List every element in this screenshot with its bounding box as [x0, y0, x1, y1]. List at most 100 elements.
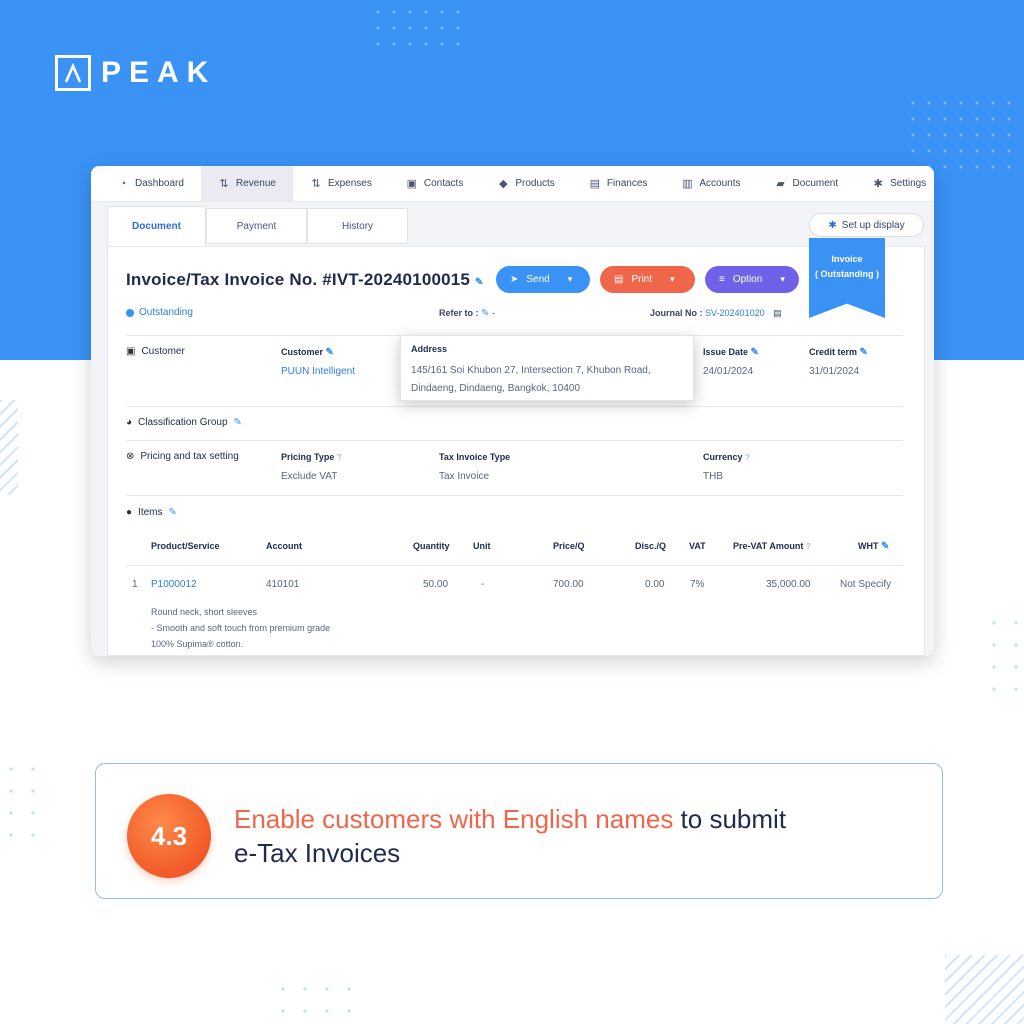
- send-icon: ➤: [510, 274, 519, 285]
- peak-logo-text: PEAK: [101, 56, 217, 89]
- row-description-line: - Smooth and soft touch from premium gra…: [151, 623, 331, 633]
- currency-label-text: Currency: [703, 452, 743, 462]
- gear-icon: ✱: [828, 219, 837, 231]
- edit-icon[interactable]: ✎: [881, 541, 889, 552]
- tab-payment[interactable]: Payment: [206, 208, 307, 244]
- nav-contacts[interactable]: ▣ Contacts: [389, 166, 480, 202]
- row-price: 700.00: [553, 579, 584, 590]
- print-icon: ▤: [614, 274, 624, 285]
- edit-icon[interactable]: ✎: [475, 277, 484, 288]
- row-product[interactable]: P1000012: [151, 579, 197, 590]
- ribbon-type: Invoice: [831, 254, 863, 264]
- decor-stripes: [945, 955, 1024, 1024]
- nav-settings-label: Settings: [890, 178, 927, 189]
- feature-number-badge: 4.3: [127, 794, 211, 878]
- edit-icon[interactable]: ✎: [860, 347, 868, 358]
- edit-icon[interactable]: ✎: [169, 507, 177, 518]
- col-quantity: Quantity: [413, 541, 450, 551]
- address-line: 145/161 Soi Khubon 27, Intersection 7, K…: [411, 365, 651, 376]
- items-section: ● Items ✎: [126, 507, 177, 518]
- menu-icon: ≡: [719, 274, 725, 285]
- credit-term-value: 31/01/2024: [809, 366, 860, 377]
- nav-settings[interactable]: ✱ Settings: [855, 166, 934, 202]
- revenue-icon: ⇅: [219, 178, 229, 190]
- products-icon: ◆: [499, 178, 508, 190]
- print-icon[interactable]: ▤: [773, 308, 782, 318]
- setup-display-label: Set up display: [841, 219, 905, 231]
- feature-text: Enable customers with English names to s…: [234, 802, 924, 870]
- tab-document[interactable]: Document: [107, 206, 206, 246]
- decor-dots: [983, 612, 1023, 698]
- pricing-type-value: Exclude VAT: [281, 471, 338, 482]
- pricing-type-label: Pricing Type ?: [281, 452, 342, 462]
- app-window: ◔ Dashboard ⇅ Revenue ⇅ Expenses ▣ Conta…: [91, 166, 934, 656]
- send-button[interactable]: ➤ Send ▾: [496, 266, 590, 293]
- nav-products[interactable]: ◆ Products: [480, 166, 571, 202]
- refer-to-label: Refer to :: [439, 308, 479, 318]
- customer-label: Customer ✎: [281, 347, 334, 358]
- divider: [126, 565, 903, 566]
- edit-icon[interactable]: ✎: [751, 347, 759, 358]
- help-icon[interactable]: ?: [337, 453, 342, 462]
- nav-finances[interactable]: ▤ Finances: [572, 166, 665, 202]
- row-quantity: 50.00: [423, 579, 449, 590]
- address-line: Dindaeng, Dindaeng, Bangkok, 10400: [411, 383, 581, 394]
- pricing-section-label: Pricing and tax setting: [140, 451, 239, 462]
- accounts-icon: ▥: [682, 178, 693, 190]
- contacts-icon: ▣: [406, 178, 418, 190]
- items-icon: ●: [126, 507, 133, 518]
- items-label: Items: [138, 507, 163, 518]
- nav-dashboard[interactable]: ◔ Dashboard: [91, 166, 201, 202]
- feature-line2: e-Tax Invoices: [234, 838, 401, 868]
- tax-invoice-type-value: Tax Invoice: [439, 471, 490, 482]
- classification-label: Classification Group: [138, 417, 228, 428]
- feature-card: 4.3 Enable customers with English names …: [95, 763, 943, 899]
- currency-label: Currency ?: [703, 452, 750, 462]
- col-prevat-label: Pre-VAT Amount: [733, 541, 804, 551]
- nav-accounts[interactable]: ▥ Accounts: [664, 166, 757, 202]
- chevron-down-icon: ▾: [780, 274, 785, 284]
- currency-value: THB: [703, 471, 723, 482]
- edit-icon[interactable]: ✎: [481, 308, 489, 319]
- nav-document[interactable]: ▰ Document: [758, 166, 856, 202]
- option-button[interactable]: ≡ Option ▾: [705, 266, 799, 293]
- help-icon[interactable]: ?: [806, 542, 811, 551]
- row-wht: Not Specify: [840, 579, 892, 590]
- col-product: Product/Service: [151, 541, 220, 551]
- credit-term-label: Credit term ✎: [809, 347, 868, 358]
- journal-link[interactable]: SV-202401020: [705, 308, 765, 318]
- customer-label-text: Customer: [281, 347, 324, 357]
- invoice-number: Invoice/Tax Invoice No. #IVT-20240100015: [126, 270, 471, 289]
- address-popup: Address 145/161 Soi Khubon 27, Intersect…: [400, 335, 694, 401]
- customer-section: ▣ Customer: [126, 346, 185, 357]
- setup-display-button[interactable]: ✱ Set up display: [809, 213, 924, 237]
- tab-history[interactable]: History: [307, 208, 408, 244]
- nav-expenses-label: Expenses: [327, 178, 372, 189]
- document-icon: ▰: [776, 178, 785, 190]
- customer-value[interactable]: PUUN Intelligent: [281, 366, 355, 377]
- print-label: Print: [631, 274, 653, 285]
- edit-icon[interactable]: ✎: [234, 417, 242, 428]
- decor-dots: [905, 95, 1017, 173]
- customer-icon: ▣: [126, 346, 136, 357]
- divider: [126, 440, 903, 441]
- option-label: Option: [732, 274, 763, 285]
- issue-date-label-text: Issue Date: [703, 347, 749, 357]
- chevron-down-icon: ▾: [567, 274, 573, 284]
- decor-dots: [370, 4, 466, 50]
- nav-revenue-label: Revenue: [235, 178, 276, 189]
- col-vat: VAT: [689, 541, 706, 551]
- journal-no: Journal No : SV-202401020 ▤: [650, 308, 782, 319]
- nav-revenue[interactable]: ⇅ Revenue: [200, 166, 293, 202]
- decor-dots: [0, 758, 46, 844]
- refer-to: Refer to : ✎ -: [439, 308, 495, 319]
- print-button[interactable]: ▤ Print ▾: [600, 266, 695, 293]
- invoice-title: Invoice/Tax Invoice No. #IVT-20240100015…: [126, 270, 484, 290]
- help-icon[interactable]: ?: [745, 453, 750, 462]
- edit-icon[interactable]: ✎: [326, 347, 334, 358]
- nav-contacts-label: Contacts: [423, 178, 464, 189]
- decor-dots: [272, 978, 362, 1018]
- divider: [126, 406, 903, 407]
- nav-expenses[interactable]: ⇅ Expenses: [293, 166, 389, 202]
- col-price: Price/Q: [553, 541, 585, 551]
